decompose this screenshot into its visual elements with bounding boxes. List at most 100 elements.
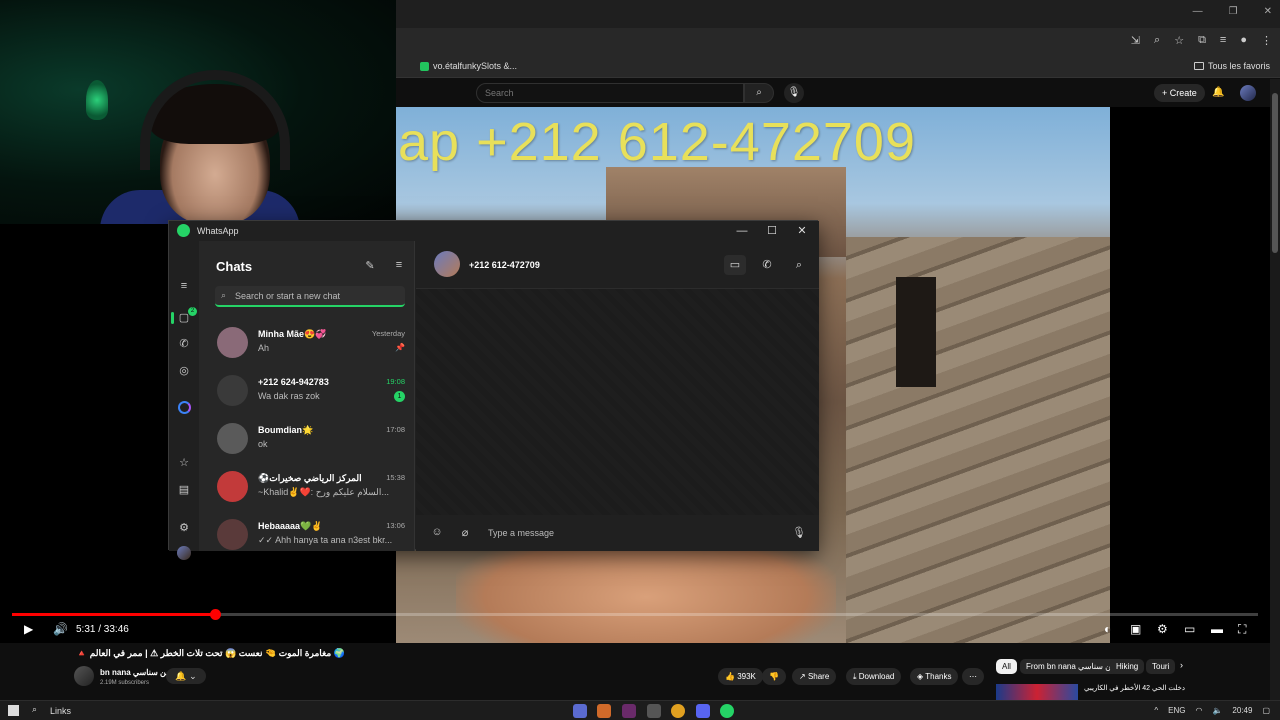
channel-avatar[interactable] <box>74 666 94 686</box>
video-progress-bar[interactable] <box>12 609 1258 620</box>
all-favorites[interactable]: Tous les favoris <box>1193 61 1270 71</box>
microphone-icon[interactable]: 🎙 <box>792 526 806 540</box>
wifi-icon[interactable]: ◠ <box>1195 706 1202 715</box>
video-call-icon[interactable]: ▭ <box>724 255 746 275</box>
contact-name[interactable]: +212 612-472709 <box>469 260 540 270</box>
zoom-icon[interactable]: ⌕ <box>1154 34 1160 47</box>
like-button[interactable]: 👍 393K <box>718 668 763 685</box>
taskbar-app-icon[interactable] <box>597 704 611 718</box>
theater-mode-icon[interactable]: ▬ <box>1211 622 1223 636</box>
minimize-icon[interactable]: — <box>1193 6 1203 17</box>
calls-icon[interactable]: ✆ <box>178 338 190 350</box>
profile-avatar[interactable] <box>177 546 191 560</box>
notifications-bell-icon[interactable]: 🔔 <box>1212 87 1224 98</box>
account-avatar[interactable] <box>1240 85 1256 101</box>
player-controls: ▶ 🔊 5:31 / 33:46 ◐ ▣ ⚙ ▭ ▬ ⛶ <box>0 618 1270 642</box>
windows-start-icon[interactable] <box>8 705 19 716</box>
suggested-video-title[interactable]: دخلت الحي 42 الأخطر في الكاريبي <box>1084 684 1185 692</box>
meta-ai-icon[interactable] <box>178 401 191 414</box>
conversation-header[interactable]: +212 612-472709 ▭ ✆ ⌕ <box>416 241 819 289</box>
filter-icon[interactable]: ≡ <box>392 259 406 273</box>
chat-list-item[interactable]: Hebaaaaa💚✌️ ✓✓ Ahh hanya ta ana n3est bkr… <box>199 513 415 561</box>
media-icon[interactable]: ≡ <box>1220 34 1226 47</box>
thanks-button[interactable]: ◈ Thanks <box>910 668 959 685</box>
taskbar-app-icon[interactable] <box>647 704 661 718</box>
subscribed-bell-button[interactable]: 🔔 ⌄ <box>166 668 206 684</box>
search-icon[interactable]: ⌕ <box>32 704 37 715</box>
miniplayer-icon[interactable]: ▭ <box>1184 622 1195 636</box>
filter-chip[interactable]: From bn nana بن سناسي <box>1020 659 1120 674</box>
chat-preview: Wa dak ras zok <box>258 391 320 401</box>
chat-list-item[interactable]: Boumdian🌟 ok 17:08 <box>199 417 415 465</box>
filter-chip[interactable]: All <box>996 659 1017 674</box>
filter-chip[interactable]: Touri <box>1146 659 1176 674</box>
wa-close-icon[interactable]: ✕ <box>787 223 817 239</box>
chat-time: 15:38 <box>386 473 405 482</box>
wa-maximize-icon[interactable]: ☐ <box>757 223 787 239</box>
attach-paperclip-icon[interactable]: ⌀ <box>458 526 472 540</box>
voice-call-icon[interactable]: ✆ <box>756 255 778 275</box>
status-icon[interactable]: ◎ <box>178 365 190 377</box>
wa-minimize-icon[interactable]: — <box>727 223 757 239</box>
chat-list-item[interactable]: +212 624-942783 Wa dak ras zok 19:08 1 <box>199 369 415 417</box>
scrollbar-thumb[interactable] <box>1272 93 1278 253</box>
more-actions-button[interactable]: ⋯ <box>962 668 984 685</box>
like-count: 393K <box>737 672 756 681</box>
discord-icon[interactable] <box>696 704 710 718</box>
suggested-video-thumbnail[interactable] <box>996 684 1078 700</box>
notification-icon[interactable]: ▢ <box>1262 706 1270 715</box>
bookmark-item[interactable]: vo.étalfunkySlots &... <box>420 61 517 71</box>
channel-name[interactable]: bn nana بن سناسي <box>100 668 168 677</box>
taskbar-app-icon[interactable] <box>573 704 587 718</box>
youtube-search-input[interactable] <box>476 83 744 103</box>
chat-list-item[interactable]: ⚽المركز الرياضي صخيرات ~Khalid✌️❤️: السلا… <box>199 465 415 513</box>
youtube-search-button[interactable]: ⌕ <box>744 83 774 103</box>
tray-chevron-icon[interactable]: ^ <box>1154 706 1158 715</box>
chrome-icon[interactable] <box>671 704 685 718</box>
taskbar-search-label[interactable]: Links <box>50 706 71 716</box>
star-icon[interactable]: ☆ <box>1174 34 1184 47</box>
play-icon[interactable]: ▶ <box>24 622 33 636</box>
install-icon[interactable]: ⇲ <box>1131 34 1140 47</box>
menu-icon[interactable]: ⋮ <box>1261 34 1272 47</box>
autoplay-toggle-icon[interactable]: ◐ <box>1104 622 1111 636</box>
dislike-button[interactable]: 👎 <box>762 668 786 685</box>
speaker-icon[interactable]: 🔈 <box>1212 706 1222 715</box>
menu-hamburger-icon[interactable]: ≡ <box>178 280 190 292</box>
profile-icon[interactable]: ● <box>1240 34 1247 47</box>
page-scrollbar[interactable] <box>1270 79 1280 700</box>
maximize-icon[interactable]: ❐ <box>1229 6 1238 17</box>
download-button[interactable]: ⤓ Download <box>846 668 902 685</box>
more-icon: ⋯ <box>969 672 977 681</box>
chat-avatar <box>217 519 248 550</box>
voice-search-button[interactable]: 🎙 <box>784 83 804 103</box>
chips-next-icon[interactable]: › <box>1180 660 1183 670</box>
contact-avatar[interactable] <box>434 251 460 277</box>
tray-clock[interactable]: 20:49 <box>1232 706 1252 715</box>
starred-icon[interactable]: ☆ <box>178 457 190 469</box>
create-button[interactable]: + Create <box>1154 84 1205 102</box>
archive-icon[interactable]: ▤ <box>178 484 190 496</box>
thumbs-down-icon: 👎 <box>769 672 779 681</box>
volume-icon[interactable]: 🔊 <box>53 622 68 636</box>
bell-icon: 🔔 ⌄ <box>175 671 197 681</box>
taskbar-app-icon[interactable] <box>622 704 636 718</box>
emoji-icon[interactable]: ☺ <box>430 526 444 540</box>
message-input[interactable] <box>488 523 778 543</box>
chat-list-item[interactable]: Minha Mãe😍💞 Ah Yesterday 📌 <box>199 321 415 369</box>
tray-language[interactable]: ENG <box>1168 706 1185 715</box>
filter-chip[interactable]: Hiking <box>1110 659 1145 674</box>
chat-time: 13:06 <box>386 521 405 530</box>
toolbar-icons: ⇲ ⌕ ☆ ⧉ ≡ ● ⋮ <box>1131 34 1272 47</box>
search-messages-icon[interactable]: ⌕ <box>788 255 810 275</box>
extensions-icon[interactable]: ⧉ <box>1198 34 1206 47</box>
new-chat-icon[interactable]: ✎ <box>363 259 377 273</box>
whatsapp-taskbar-icon[interactable] <box>720 704 734 718</box>
captions-icon[interactable]: ▣ <box>1130 622 1141 636</box>
settings-gear-icon[interactable]: ⚙ <box>1157 622 1168 636</box>
settings-gear-icon[interactable]: ⚙ <box>178 522 190 534</box>
close-icon[interactable]: ✕ <box>1264 6 1272 17</box>
share-button[interactable]: ↗ Share <box>792 668 837 685</box>
chat-search-box[interactable]: ⌕ Search or start a new chat <box>215 286 405 307</box>
fullscreen-icon[interactable]: ⛶ <box>1238 622 1246 637</box>
